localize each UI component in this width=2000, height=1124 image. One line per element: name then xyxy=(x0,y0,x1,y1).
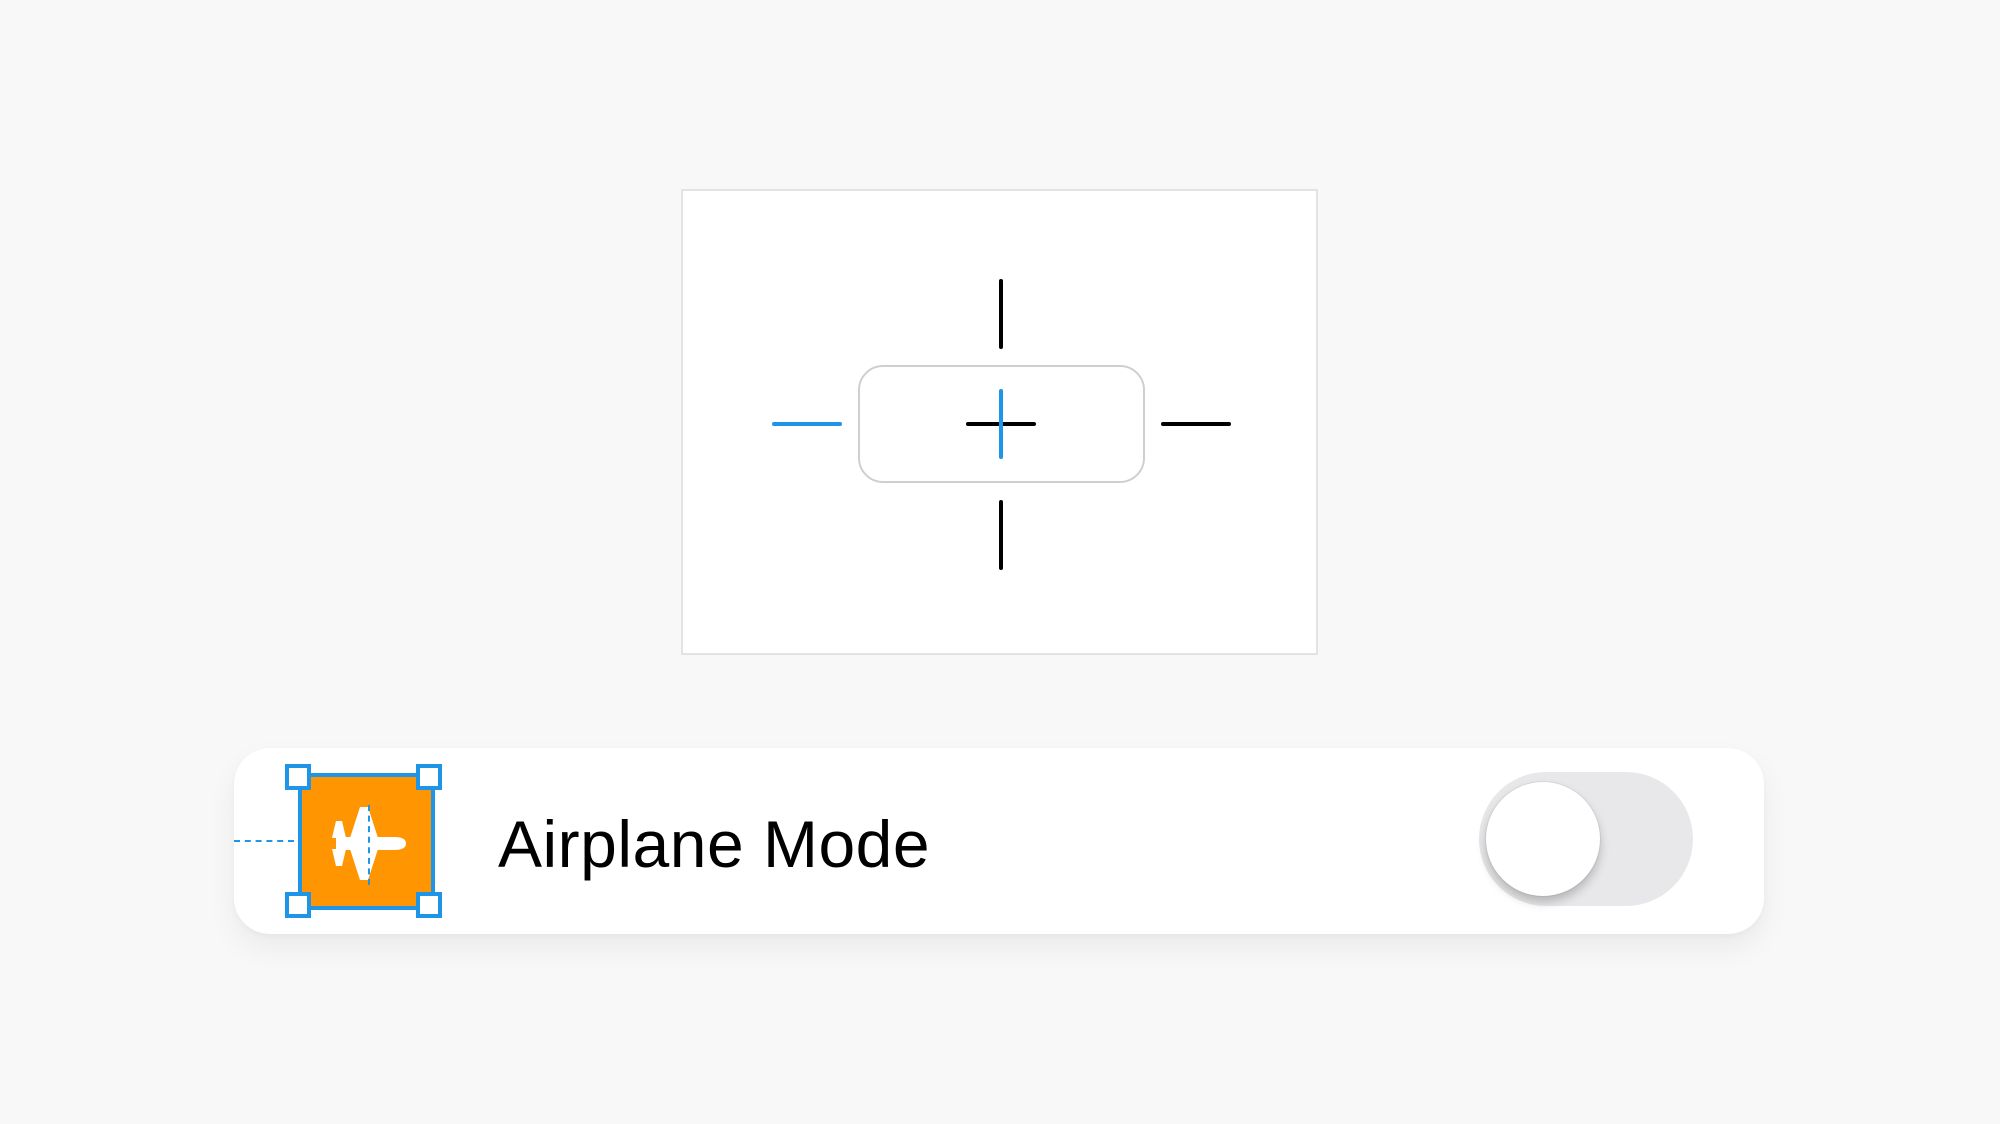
alignment-guide xyxy=(234,840,294,842)
constraints-svg xyxy=(772,279,1231,570)
icon-center-guide xyxy=(368,805,370,885)
resize-handle-bottom-left[interactable] xyxy=(285,892,311,918)
toggle-knob[interactable] xyxy=(1486,782,1600,896)
airplane-icon xyxy=(332,807,406,880)
airplane-mode-label: Airplane Mode xyxy=(498,807,931,881)
constraints-diagram xyxy=(681,189,1318,655)
resize-handle-bottom-right[interactable] xyxy=(416,892,442,918)
airplane-icon-tile[interactable] xyxy=(298,773,435,910)
resize-handle-top-right[interactable] xyxy=(416,764,442,790)
resize-handle-top-left[interactable] xyxy=(285,764,311,790)
